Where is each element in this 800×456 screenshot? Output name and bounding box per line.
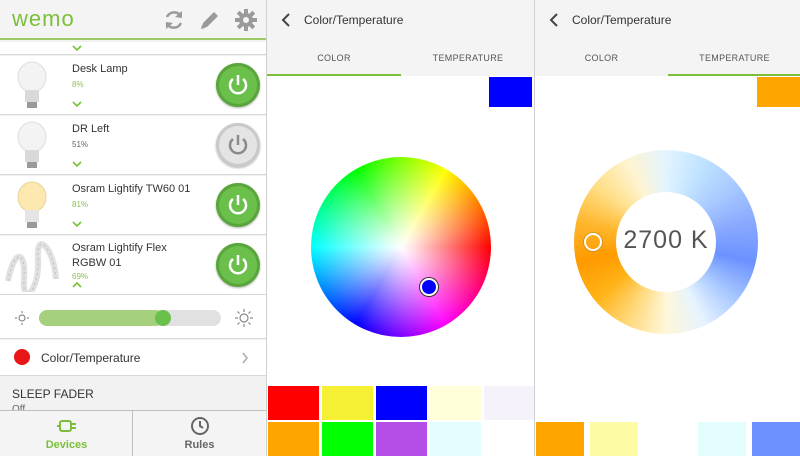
brightness-knob[interactable] — [154, 310, 171, 326]
device-level: 69% — [72, 272, 89, 281]
color-preset-swatch[interactable] — [484, 422, 534, 456]
bottom-navigation: Devices Rules — [0, 410, 266, 456]
panel-header: Color/Temperature — [535, 0, 800, 40]
temperature-preset-swatch[interactable] — [752, 422, 800, 456]
color-preset-swatch[interactable] — [268, 386, 319, 420]
edit-icon[interactable] — [198, 8, 222, 32]
sun-high-icon — [235, 309, 253, 327]
device-name: Desk Lamp — [72, 63, 128, 75]
light-strip-image — [4, 239, 60, 297]
color-preset-swatch[interactable] — [268, 422, 319, 456]
brightness-row — [0, 295, 266, 339]
device-level: 81% — [72, 200, 89, 209]
device-name: Osram Lightify TW60 01 — [72, 183, 191, 195]
brightness-fill — [39, 310, 163, 326]
power-icon — [228, 255, 248, 275]
color-preset-swatch[interactable] — [484, 386, 534, 420]
color-wheel-saturation — [311, 157, 491, 337]
bulb-image — [4, 179, 60, 232]
device-row-partial — [0, 42, 266, 55]
temperature-ring[interactable]: 2700 K — [574, 150, 758, 334]
color-picker-handle[interactable] — [420, 278, 438, 296]
power-button[interactable] — [216, 63, 260, 107]
tab-devices[interactable]: Devices — [0, 411, 133, 456]
mode-tabs: COLOR TEMPERATURE — [267, 40, 534, 76]
device-level: 8% — [72, 80, 84, 89]
bulb-image — [4, 119, 60, 172]
tab-devices-label: Devices — [45, 439, 88, 451]
tab-color[interactable]: COLOR — [535, 40, 668, 76]
devices-panel: wemo Desk Lamp 8% DR Left 51% Osram Ligh… — [0, 0, 266, 456]
back-arrow-icon[interactable] — [281, 13, 291, 27]
selected-temperature-swatch — [757, 77, 800, 107]
device-level: 51% — [72, 140, 89, 149]
back-arrow-icon[interactable] — [549, 13, 559, 27]
color-preset-swatch[interactable] — [322, 386, 373, 420]
brightness-slider[interactable] — [39, 310, 221, 326]
device-row-osram-flex[interactable]: Osram Lightify Flex RGBW 01 69% — [0, 236, 266, 297]
chevron-down-icon[interactable] — [72, 160, 82, 168]
selected-color-swatch — [489, 77, 532, 107]
device-name-line2: RGBW 01 — [72, 257, 122, 269]
clock-icon — [191, 417, 209, 435]
color-temperature-row[interactable]: Color/Temperature — [0, 340, 266, 376]
tab-temperature[interactable]: TEMPERATURE — [401, 40, 534, 76]
power-button[interactable] — [216, 123, 260, 167]
tab-rules[interactable]: Rules — [133, 411, 266, 456]
color-preset-swatch[interactable] — [322, 422, 373, 456]
tab-temperature[interactable]: TEMPERATURE — [668, 40, 800, 76]
power-button[interactable] — [216, 183, 260, 227]
chevron-down-icon[interactable] — [72, 220, 82, 228]
app-logo: wemo — [12, 6, 75, 31]
temperature-preset-swatch[interactable] — [644, 422, 692, 456]
device-row-desk-lamp[interactable]: Desk Lamp 8% — [0, 56, 266, 115]
power-button[interactable] — [216, 243, 260, 287]
mode-tabs: COLOR TEMPERATURE — [535, 40, 800, 76]
device-row-osram-tw60[interactable]: Osram Lightify TW60 01 81% — [0, 176, 266, 235]
chevron-right-icon — [242, 352, 248, 364]
page-title: Color/Temperature — [572, 13, 672, 27]
color-preset-swatch[interactable] — [430, 386, 481, 420]
chevron-down-icon[interactable] — [72, 44, 82, 52]
color-temperature-label: Color/Temperature — [41, 351, 141, 365]
color-wheel[interactable] — [311, 157, 491, 337]
chevron-down-icon[interactable] — [72, 100, 82, 108]
device-name: Osram Lightify Flex — [72, 242, 167, 254]
power-icon — [228, 195, 248, 215]
temperature-preset-swatch[interactable] — [698, 422, 746, 456]
tab-rules-label: Rules — [184, 439, 215, 451]
current-color-dot — [14, 349, 30, 365]
power-icon — [228, 135, 248, 155]
temperature-picker-handle[interactable] — [584, 233, 602, 251]
color-preset-swatch[interactable] — [376, 386, 427, 420]
page-title: Color/Temperature — [304, 13, 404, 27]
sleep-fader-row[interactable]: SLEEP FADER Off — [0, 377, 266, 415]
device-name: DR Left — [72, 123, 110, 135]
color-panel: Color/Temperature COLOR TEMPERATURE — [266, 0, 534, 456]
temperature-preset-swatch[interactable] — [536, 422, 584, 456]
panel-header: Color/Temperature — [267, 0, 534, 40]
refresh-icon[interactable] — [162, 8, 186, 32]
app-header: wemo — [0, 0, 266, 40]
sun-low-icon — [15, 311, 29, 325]
color-preset-swatch[interactable] — [430, 422, 481, 456]
bulb-image — [4, 59, 60, 112]
temperature-preset-swatch[interactable] — [590, 422, 638, 456]
plug-icon — [57, 420, 76, 432]
chevron-up-icon[interactable] — [72, 281, 82, 289]
device-row-dr-left[interactable]: DR Left 51% — [0, 116, 266, 175]
temperature-panel: Color/Temperature COLOR TEMPERATURE 2700… — [534, 0, 800, 456]
settings-icon[interactable] — [234, 8, 258, 32]
color-preset-swatch[interactable] — [376, 422, 427, 456]
sleep-fader-title: SLEEP FADER — [12, 387, 94, 401]
tab-color[interactable]: COLOR — [267, 40, 401, 76]
power-icon — [228, 75, 248, 95]
